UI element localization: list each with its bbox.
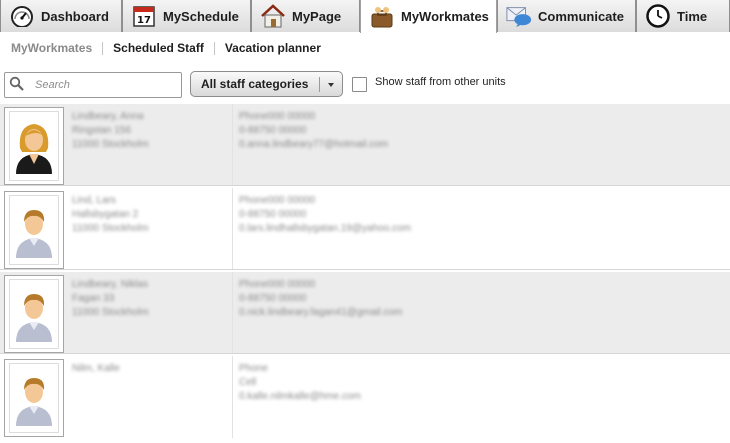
tab-mypage[interactable]: MyPage bbox=[251, 0, 360, 32]
staff-name-address: Lind, Lars Hallsbygatan 2 11000 Stockhol… bbox=[72, 194, 222, 236]
column-divider bbox=[232, 104, 233, 186]
staff-email[interactable]: 0.nick.lindbeary.fagan41@gmail.com bbox=[239, 306, 499, 320]
tab-dashboard[interactable]: Dashboard bbox=[0, 0, 122, 32]
tab-label: MySchedule bbox=[163, 8, 239, 24]
show-other-units-checkbox[interactable] bbox=[352, 77, 367, 92]
list-item[interactable]: Lind, Lars Hallsbygatan 2 11000 Stockhol… bbox=[0, 188, 730, 270]
search-input[interactable] bbox=[35, 79, 175, 91]
avatar bbox=[4, 191, 64, 269]
male-person-icon bbox=[16, 378, 52, 426]
search-box[interactable] bbox=[4, 72, 182, 98]
staff-cell: 0-88750 00000 bbox=[239, 209, 307, 220]
staff-name: Lindbeary, Niklas bbox=[72, 279, 148, 290]
staff-contact: Phone000 00000 0-88750 00000 0.anna.lind… bbox=[239, 110, 499, 152]
staff-city: 11000 Stockholm bbox=[72, 307, 149, 318]
staff-contact: Phone Cell 0.kalle.nilmkalle@hme.com bbox=[239, 362, 499, 404]
show-other-units-label[interactable]: Show staff from other units bbox=[375, 76, 506, 88]
list-item[interactable]: Nilm, Kalle Phone Cell 0.kalle.nilmkalle… bbox=[0, 356, 730, 438]
staff-phone: Phone000 00000 bbox=[239, 279, 316, 290]
subnav-separator bbox=[213, 41, 215, 55]
staff-street: Fagan 33 bbox=[72, 293, 115, 304]
tab-time[interactable]: Time bbox=[636, 0, 730, 32]
list-item[interactable]: Lindbeary, Anna Ringstan 156 11000 Stock… bbox=[0, 104, 730, 186]
staff-name-address: Lindbeary, Anna Ringstan 156 11000 Stock… bbox=[72, 110, 222, 152]
staff-name: Lindbeary, Anna bbox=[72, 111, 144, 122]
speedometer-icon bbox=[9, 3, 35, 29]
house-icon bbox=[260, 3, 286, 29]
search-icon bbox=[9, 76, 25, 95]
dropdown-selected-value: All staff categories bbox=[201, 77, 309, 91]
dropdown-divider bbox=[319, 77, 320, 92]
tab-communicate[interactable]: Communicate bbox=[497, 0, 636, 32]
row-divider bbox=[0, 185, 730, 186]
staff-cell: Cell bbox=[239, 377, 257, 388]
tab-label: MyPage bbox=[292, 8, 342, 24]
staff-cell: 0-88750 00000 bbox=[239, 293, 307, 304]
main-tab-bar: Dashboard 17 MySchedule MyPage MyWorkmat… bbox=[0, 0, 730, 33]
staff-email[interactable]: 0.kalle.nilmkalle@hme.com bbox=[239, 390, 499, 404]
subnav-vacation-planner[interactable]: Vacation planner bbox=[225, 41, 321, 55]
tab-label: Time bbox=[677, 8, 708, 24]
column-divider bbox=[232, 356, 233, 438]
chevron-down-icon bbox=[328, 83, 334, 87]
avatar bbox=[4, 275, 64, 353]
tab-label: Communicate bbox=[538, 8, 624, 24]
staff-name-address: Lindbeary, Niklas Fagan 33 11000 Stockho… bbox=[72, 278, 222, 320]
tab-myschedule[interactable]: 17 MySchedule bbox=[122, 0, 251, 32]
female-person-icon bbox=[16, 124, 52, 174]
column-divider bbox=[232, 272, 233, 354]
calendar-day-number: 17 bbox=[137, 15, 151, 26]
subnav-myworkmates[interactable]: MyWorkmates bbox=[11, 41, 92, 55]
staff-name-address: Nilm, Kalle bbox=[72, 362, 222, 376]
staff-phone: Phone000 00000 bbox=[239, 111, 316, 122]
envelope-speech-icon bbox=[506, 3, 532, 29]
row-divider bbox=[0, 269, 730, 270]
male-person-icon bbox=[16, 294, 52, 342]
staff-email[interactable]: 0.lars.lindhallsbygatan.19@yahoo.com bbox=[239, 222, 499, 236]
tab-myworkmates[interactable]: MyWorkmates bbox=[360, 0, 497, 33]
clock-icon bbox=[645, 3, 671, 29]
staff-phone: Phone000 00000 bbox=[239, 195, 316, 206]
staff-name: Lind, Lars bbox=[72, 195, 116, 206]
calendar-icon: 17 bbox=[131, 3, 157, 29]
male-person-icon bbox=[16, 210, 52, 258]
staff-cell: 0-88750 00000 bbox=[239, 125, 307, 136]
column-divider bbox=[232, 188, 233, 270]
staff-category-dropdown[interactable]: All staff categories bbox=[190, 71, 343, 97]
staff-list: Lindbeary, Anna Ringstan 156 11000 Stock… bbox=[0, 104, 730, 443]
staff-phone: Phone bbox=[239, 363, 268, 374]
row-divider bbox=[0, 353, 730, 354]
filter-toolbar: All staff categories Show staff from oth… bbox=[0, 70, 730, 100]
staff-street: Hallsbygatan 2 bbox=[72, 209, 139, 220]
subnav-separator bbox=[102, 41, 104, 55]
staff-city: 11000 Stockholm bbox=[72, 139, 149, 150]
staff-contact: Phone000 00000 0-88750 00000 0.nick.lind… bbox=[239, 278, 499, 320]
staff-contact: Phone000 00000 0-88750 00000 0.lars.lind… bbox=[239, 194, 499, 236]
avatar bbox=[4, 107, 64, 185]
subnav-scheduled-staff[interactable]: Scheduled Staff bbox=[113, 41, 204, 55]
staff-street: Ringstan 156 bbox=[72, 125, 131, 136]
staff-name: Nilm, Kalle bbox=[72, 363, 120, 374]
staff-city: 11000 Stockholm bbox=[72, 223, 149, 234]
tab-label: Dashboard bbox=[41, 8, 109, 24]
briefcase-people-icon bbox=[369, 4, 395, 30]
sub-navigation: MyWorkmates Scheduled Staff Vacation pla… bbox=[0, 33, 730, 63]
staff-email[interactable]: 0.anna.lindbeary77@hotmail.com bbox=[239, 138, 499, 152]
list-item[interactable]: Lindbeary, Niklas Fagan 33 11000 Stockho… bbox=[0, 272, 730, 354]
tab-label: MyWorkmates bbox=[401, 9, 489, 24]
avatar bbox=[4, 359, 64, 437]
